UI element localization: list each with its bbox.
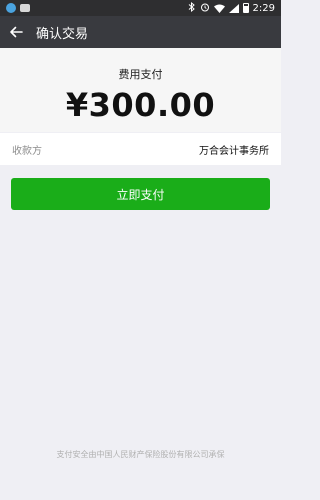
payee-value: 万合会计事务所 [199,145,269,157]
status-left [6,3,30,13]
status-right: 2:29 [188,1,275,15]
status-bar: 2:29 [0,0,281,16]
payee-label: 收款方 [12,145,42,157]
app-icon [6,3,16,13]
wifi-icon [213,4,225,13]
status-time: 2:29 [252,2,275,14]
arrow-left-icon [10,26,23,38]
amount-panel: 费用支付 ¥300.00 [0,48,281,132]
battery-icon [242,3,249,13]
alarm-icon [200,2,210,15]
security-note: 支付安全由中国人民财产保险股份有限公司承保 [56,450,225,459]
page-title: 确认交易 [36,26,89,42]
toolbar: 确认交易 [0,16,281,48]
payment-amount: ¥300.00 [65,86,216,124]
bottom-area [0,472,281,500]
signal-icon [228,3,239,13]
payee-row: 收款方 万合会计事务所 [0,133,281,165]
back-button[interactable] [0,16,32,48]
fee-label: 费用支付 [118,68,163,81]
bluetooth-icon [188,1,196,15]
notification-icon [20,4,30,12]
pay-now-button[interactable]: 立即支付 [11,178,270,210]
